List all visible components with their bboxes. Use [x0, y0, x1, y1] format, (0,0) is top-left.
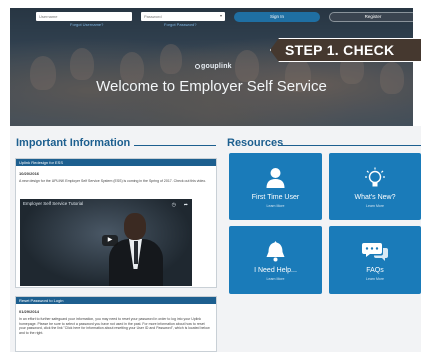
clock-icon[interactable]: ◷: [172, 202, 176, 208]
first-time-user-tile[interactable]: First Time User Learn More: [229, 153, 322, 220]
learn-more-link[interactable]: Learn More: [329, 277, 421, 281]
password-input[interactable]: Password ▾: [141, 12, 225, 21]
news-card-heading: Uplink Redesign for ESS: [16, 159, 216, 166]
bell-icon: [266, 241, 285, 262]
news-body: A new design for the UPLINK Employer Sel…: [19, 179, 207, 183]
important-information-title: Important Information: [16, 137, 131, 149]
logo-ring-icon: [195, 63, 200, 69]
presenter-tie: [134, 241, 138, 264]
sign-in-button[interactable]: Sign In: [234, 12, 320, 22]
play-button-icon[interactable]: ▶: [102, 235, 118, 246]
welcome-heading: Welcome to Employer Self Service: [96, 78, 327, 95]
news-body: In an effort to further safeguard your i…: [19, 317, 210, 335]
person-icon: [266, 168, 285, 188]
logo-text: gouplink: [201, 63, 232, 70]
content-area: Important Information Uplink Redesign fo…: [10, 126, 421, 352]
video-player[interactable]: Employer Self Service Tutorial ◷ ➦ ▶: [20, 199, 192, 286]
lightbulb-icon: [365, 167, 385, 187]
forgot-password-link[interactable]: Forgot Password?: [164, 22, 196, 27]
uplink-logo: gouplink: [195, 63, 232, 70]
tile-label: First Time User: [251, 194, 300, 201]
step-annotation-banner: STEP 1. CHECK: [270, 38, 421, 62]
news-card: Uplink Redesign for ESS 10/20/2016 A new…: [15, 158, 217, 288]
resources-title: Resources: [227, 137, 284, 149]
section-divider: [134, 145, 216, 146]
chat-bubbles-icon: [362, 243, 388, 261]
news-card: Reset Password to Login 01/29/2014 In an…: [15, 296, 217, 352]
forgot-username-link[interactable]: Forgot Username?: [70, 22, 103, 27]
presenter-head: [124, 213, 146, 240]
tile-label: FAQs: [366, 267, 384, 274]
tile-label: What's New?: [354, 194, 396, 201]
learn-more-link[interactable]: Learn More: [229, 204, 322, 208]
video-title: Employer Self Service Tutorial: [23, 201, 84, 206]
news-date: 10/20/2016: [19, 171, 40, 176]
learn-more-link[interactable]: Learn More: [229, 277, 322, 281]
i-need-help-tile[interactable]: I Need Help... Learn More: [229, 226, 322, 294]
hero-banner: Username Forgot Username? Password ▾ For…: [10, 8, 413, 126]
password-placeholder: Password: [144, 14, 162, 19]
section-divider: [278, 145, 421, 146]
faqs-tile[interactable]: FAQs Learn More: [329, 226, 421, 294]
chevron-down-icon: ▾: [219, 13, 222, 18]
username-input[interactable]: Username: [36, 12, 132, 21]
register-button[interactable]: Register: [329, 12, 413, 22]
tile-label: I Need Help...: [254, 267, 297, 274]
learn-more-link[interactable]: Learn More: [329, 204, 421, 208]
share-icon[interactable]: ➦: [184, 202, 188, 208]
news-date: 01/29/2014: [19, 309, 40, 314]
news-card-heading: Reset Password to Login: [16, 297, 216, 304]
whats-new-tile[interactable]: What's New? Learn More: [329, 153, 421, 220]
login-bar: Username Forgot Username? Password ▾ For…: [10, 8, 413, 30]
